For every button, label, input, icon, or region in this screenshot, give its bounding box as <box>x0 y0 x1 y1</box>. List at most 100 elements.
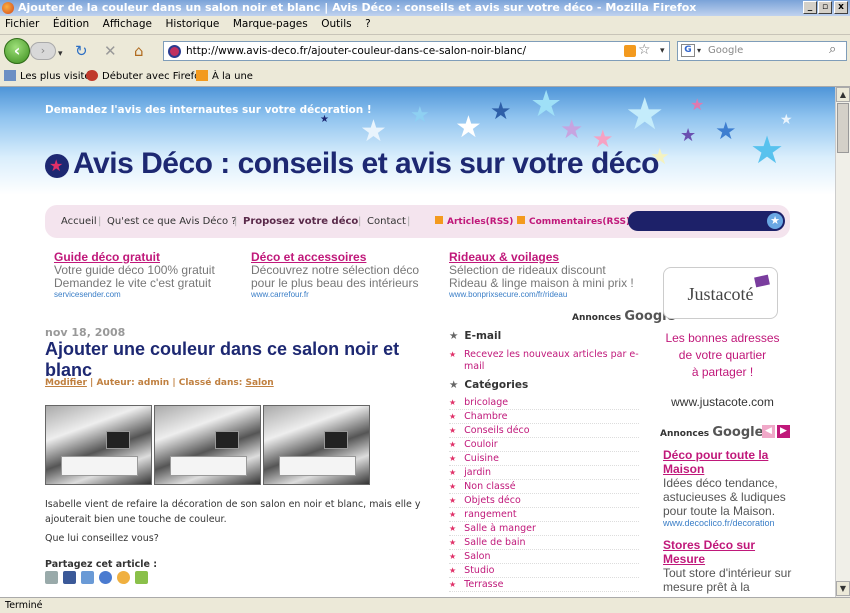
feed-share-icon[interactable] <box>117 571 130 584</box>
page-content: ★ ★ ★ ★ ★ ★ ★ ★ ★ ★ ★ ★ ★ ★ ★ Demandez l… <box>0 87 835 597</box>
nav-contact[interactable]: Contact <box>367 216 406 227</box>
reload-icon[interactable]: ↻ <box>75 43 88 59</box>
category-item[interactable]: Couloir <box>449 438 639 452</box>
ad-url[interactable]: servicesender.com <box>54 290 249 299</box>
engine-dropdown-icon[interactable]: ▾ <box>697 46 701 55</box>
rss-feed-icon[interactable] <box>624 45 636 57</box>
post-title[interactable]: Ajouter une couleur dans ce salon noir e… <box>45 339 425 381</box>
scroll-up-icon[interactable]: ▲ <box>836 87 850 102</box>
category-item[interactable]: jardin <box>449 466 639 480</box>
scroll-down-icon[interactable]: ▼ <box>836 581 850 596</box>
ad-title[interactable]: Rideaux & voilages <box>449 250 649 264</box>
maximize-button[interactable]: ▫ <box>818 1 832 14</box>
url-dropdown-icon[interactable]: ▾ <box>660 46 665 56</box>
bookmark-news[interactable]: À la une <box>196 70 253 82</box>
ad-description: Idées déco tendance, astucieuses & ludiq… <box>663 476 786 518</box>
menu-affichage[interactable]: Affichage <box>98 16 157 32</box>
search-input[interactable]: Google <box>677 41 847 61</box>
category-link[interactable]: Salon <box>245 378 273 388</box>
bookmark-most-visited[interactable]: Les plus visités <box>4 70 96 82</box>
forward-button[interactable]: › <box>30 42 56 60</box>
ad-title[interactable]: Stores Déco sur Mesure <box>663 538 793 566</box>
menu-help[interactable]: ? <box>360 16 376 32</box>
category-item[interactable]: Salon <box>449 550 639 564</box>
rss-icon <box>517 216 525 224</box>
history-dropdown-icon[interactable]: ▾ <box>58 46 63 62</box>
facebook-share-icon[interactable] <box>63 571 76 584</box>
nav-propose[interactable]: Proposez votre déco <box>243 216 358 227</box>
home-icon[interactable]: ⌂ <box>134 43 144 59</box>
salon-photo[interactable] <box>154 405 261 485</box>
ads-by-google[interactable]: Annonces Google <box>572 309 675 324</box>
ad-title[interactable]: Déco et accessoires <box>251 250 446 264</box>
minimize-button[interactable]: _ <box>803 1 817 14</box>
email-subscribe-link[interactable]: Recevez les nouveaux articles par e-mail <box>449 349 639 373</box>
favorite-share-icon[interactable] <box>99 571 112 584</box>
ad-title[interactable]: Guide déco gratuit <box>54 250 249 264</box>
nav-separator: | <box>358 216 362 227</box>
category-item[interactable]: Non classé <box>449 480 639 494</box>
search-icon[interactable]: ⌕ <box>829 42 836 57</box>
category-item[interactable]: Studio <box>449 564 639 578</box>
category-item[interactable]: rangement <box>449 508 639 522</box>
scroll-thumb[interactable] <box>837 103 849 153</box>
decorative-star-icon: ★ <box>560 115 584 145</box>
ad-block: Guide déco gratuit Votre guide déco 100%… <box>54 250 249 299</box>
vertical-scrollbar[interactable]: ▲ ▼ <box>835 87 850 597</box>
ad-prev-icon[interactable]: ◀ <box>762 425 775 438</box>
menu-historique[interactable]: Historique <box>161 16 225 32</box>
delicious-share-icon[interactable] <box>81 571 94 584</box>
google-engine-icon[interactable]: G <box>681 44 695 57</box>
category-item[interactable]: Conseils déco <box>449 424 639 438</box>
category-item[interactable]: Terrasse <box>449 578 639 592</box>
bookmark-getting-started[interactable]: Débuter avec Firefox <box>86 70 206 82</box>
category-item[interactable]: Objets déco <box>449 494 639 508</box>
justacote-tagline[interactable]: Les bonnes adresses de votre quartier à … <box>655 330 790 381</box>
back-button[interactable]: ‹ <box>4 38 30 64</box>
site-header: ★ ★ ★ ★ ★ ★ ★ ★ ★ ★ ★ ★ ★ ★ ★ Demandez l… <box>0 87 835 195</box>
url-input[interactable]: http://www.avis-deco.fr/ajouter-couleur-… <box>163 41 670 61</box>
category-item[interactable]: Cuisine <box>449 452 639 466</box>
rss-comments-label: Commentaires(RSS) <box>529 217 631 227</box>
modify-link[interactable]: Modifier <box>45 378 87 388</box>
site-search-input[interactable]: ★ <box>628 211 785 231</box>
category-item[interactable]: Chambre <box>449 410 639 424</box>
ad-url[interactable]: www.decoclico.fr/decoration <box>663 518 793 528</box>
post-paragraph: Isabelle vient de refaire la décoration … <box>45 499 421 525</box>
site-tagline: Demandez l'avis des internautes sur votr… <box>45 104 372 116</box>
categories-heading: Catégories <box>449 379 528 391</box>
category-item[interactable]: bricolage <box>449 396 639 410</box>
salon-photo[interactable] <box>263 405 370 485</box>
justacote-logo-text: Justacoté <box>687 284 754 304</box>
menu-edition[interactable]: Édition <box>48 16 94 32</box>
email-share-icon[interactable] <box>45 571 58 584</box>
menu-marque-pages[interactable]: Marque-pages <box>228 16 313 32</box>
site-logo-icon <box>45 154 69 178</box>
firefox-bookmark-icon <box>86 70 98 81</box>
category-item[interactable]: Salle à manger <box>449 522 639 536</box>
rss-articles-link[interactable]: Articles(RSS) <box>435 216 513 227</box>
nav-accueil[interactable]: Accueil <box>61 216 97 227</box>
play-share-icon[interactable] <box>135 571 148 584</box>
category-item[interactable]: Salle de bain <box>449 536 639 550</box>
menu-outils[interactable]: Outils <box>316 16 356 32</box>
ad-title[interactable]: Déco pour toute la Maison <box>663 448 793 476</box>
rss-comments-link[interactable]: Commentaires(RSS) <box>517 216 630 227</box>
close-button[interactable]: x <box>834 1 848 14</box>
nav-about[interactable]: Qu'est ce que Avis Déco ? <box>107 216 237 227</box>
ad-block: Déco pour toute la Maison Idées déco ten… <box>663 448 793 528</box>
ads-by-google[interactable]: Annonces Google <box>660 425 763 440</box>
search-submit-icon[interactable]: ★ <box>767 213 783 229</box>
bookmark-star-icon[interactable]: ☆ <box>638 42 651 58</box>
stop-icon[interactable]: ✕ <box>104 43 117 59</box>
site-title[interactable]: Avis Déco : conseils et avis sur votre d… <box>73 147 659 181</box>
ad-url[interactable]: www.carrefour.fr <box>251 290 446 299</box>
menu-fichier[interactable]: Fichier <box>0 16 44 32</box>
nav-separator: | <box>407 216 411 227</box>
justacote-logo[interactable]: Justacoté <box>663 267 778 319</box>
salon-photo[interactable] <box>45 405 152 485</box>
ad-next-icon[interactable]: ▶ <box>777 425 790 438</box>
decorative-star-icon: ★ <box>625 89 665 140</box>
justacote-url[interactable]: www.justacote.com <box>655 395 790 409</box>
ad-url[interactable]: www.bonprixsecure.com/fr/rideau <box>449 290 649 299</box>
